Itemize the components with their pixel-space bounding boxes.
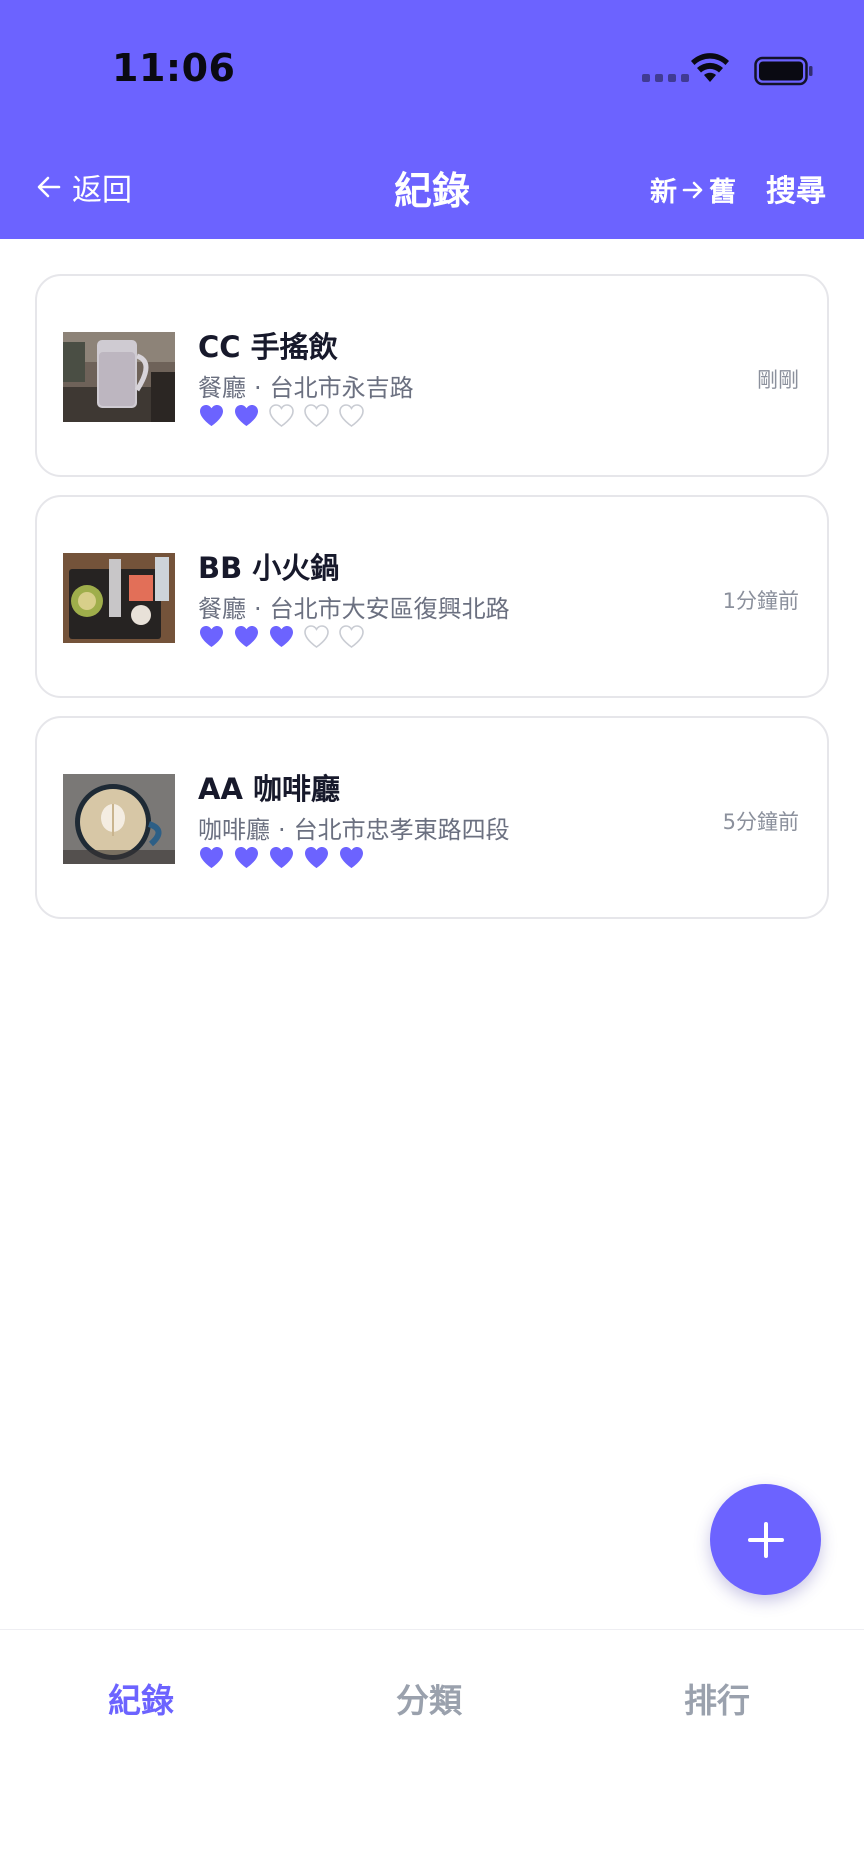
rating-hearts xyxy=(198,845,365,870)
record-time: 5分鐘前 xyxy=(722,810,799,834)
sort-order-button[interactable]: 新 舊 xyxy=(650,170,736,209)
tab-categories[interactable]: 分類 xyxy=(396,1674,462,1722)
heart-empty-icon xyxy=(339,625,364,648)
record-card[interactable]: CC 手搖飲 餐廳 · 台北市永吉路 剛剛 xyxy=(35,274,829,477)
rating-hearts xyxy=(198,624,365,649)
record-name: CC 手搖飲 xyxy=(198,330,338,364)
heart-filled-icon xyxy=(235,847,258,868)
record-category: 餐廳 xyxy=(198,374,246,402)
record-time: 剛剛 xyxy=(757,368,799,392)
separator: · xyxy=(278,816,286,844)
record-category: 咖啡廳 xyxy=(198,816,270,844)
record-subtitle: 餐廳 · 台北市永吉路 xyxy=(198,368,414,403)
record-card[interactable]: BB 小火鍋 餐廳 · 台北市大安區復興北路 1分鐘前 xyxy=(35,495,829,698)
tab-records[interactable]: 紀錄 xyxy=(108,1674,174,1722)
separator: · xyxy=(254,595,262,623)
wifi-icon xyxy=(691,53,729,82)
record-card[interactable]: AA 咖啡廳 咖啡廳 · 台北市忠孝東路四段 5分鐘前 xyxy=(35,716,829,919)
heart-filled-icon xyxy=(200,847,223,868)
record-category: 餐廳 xyxy=(198,595,246,623)
status-time: 11:06 xyxy=(112,46,236,90)
heart-filled-icon xyxy=(305,847,328,868)
search-button[interactable]: 搜尋 xyxy=(766,166,826,210)
status-indicators xyxy=(564,0,864,110)
heart-empty-icon xyxy=(269,404,294,427)
app-header: 11:06 返回 紀錄 新 舊 搜尋 xyxy=(0,0,864,239)
heart-filled-icon xyxy=(235,405,258,426)
record-address: 台北市大安區復興北路 xyxy=(269,595,510,623)
record-subtitle: 餐廳 · 台北市大安區復興北路 xyxy=(198,589,510,624)
record-time: 1分鐘前 xyxy=(722,589,799,613)
plus-icon xyxy=(747,1521,784,1558)
heart-empty-icon xyxy=(339,404,364,427)
record-address: 台北市忠孝東路四段 xyxy=(293,816,510,844)
record-subtitle: 咖啡廳 · 台北市忠孝東路四段 xyxy=(198,810,510,845)
heart-filled-icon xyxy=(270,847,293,868)
heart-filled-icon xyxy=(200,405,223,426)
heart-filled-icon xyxy=(235,626,258,647)
record-thumbnail xyxy=(63,553,175,643)
heart-filled-icon xyxy=(340,847,363,868)
record-thumbnail xyxy=(63,332,175,422)
record-thumbnail xyxy=(63,774,175,864)
record-address: 台北市永吉路 xyxy=(269,374,414,402)
heart-empty-icon xyxy=(304,404,329,427)
battery-icon xyxy=(754,56,813,86)
arrow-right-icon xyxy=(682,181,703,198)
record-name: AA 咖啡廳 xyxy=(198,772,340,806)
add-record-button[interactable] xyxy=(710,1484,821,1595)
sort-from-label: 新 xyxy=(650,177,677,208)
signal-icon xyxy=(642,74,689,82)
rating-hearts xyxy=(198,403,365,428)
heart-filled-icon xyxy=(270,626,293,647)
sort-to-label: 舊 xyxy=(709,177,736,208)
separator: · xyxy=(254,374,262,402)
heart-filled-icon xyxy=(200,626,223,647)
bottom-tab-bar: 紀錄 分類 排行 xyxy=(0,1629,864,1870)
record-name: BB 小火鍋 xyxy=(198,551,340,585)
heart-empty-icon xyxy=(304,625,329,648)
record-list: CC 手搖飲 餐廳 · 台北市永吉路 剛剛 BB 小火鍋 餐廳 · 台北市大安區復興北路 xyxy=(35,274,829,937)
tab-ranking[interactable]: 排行 xyxy=(684,1674,750,1722)
